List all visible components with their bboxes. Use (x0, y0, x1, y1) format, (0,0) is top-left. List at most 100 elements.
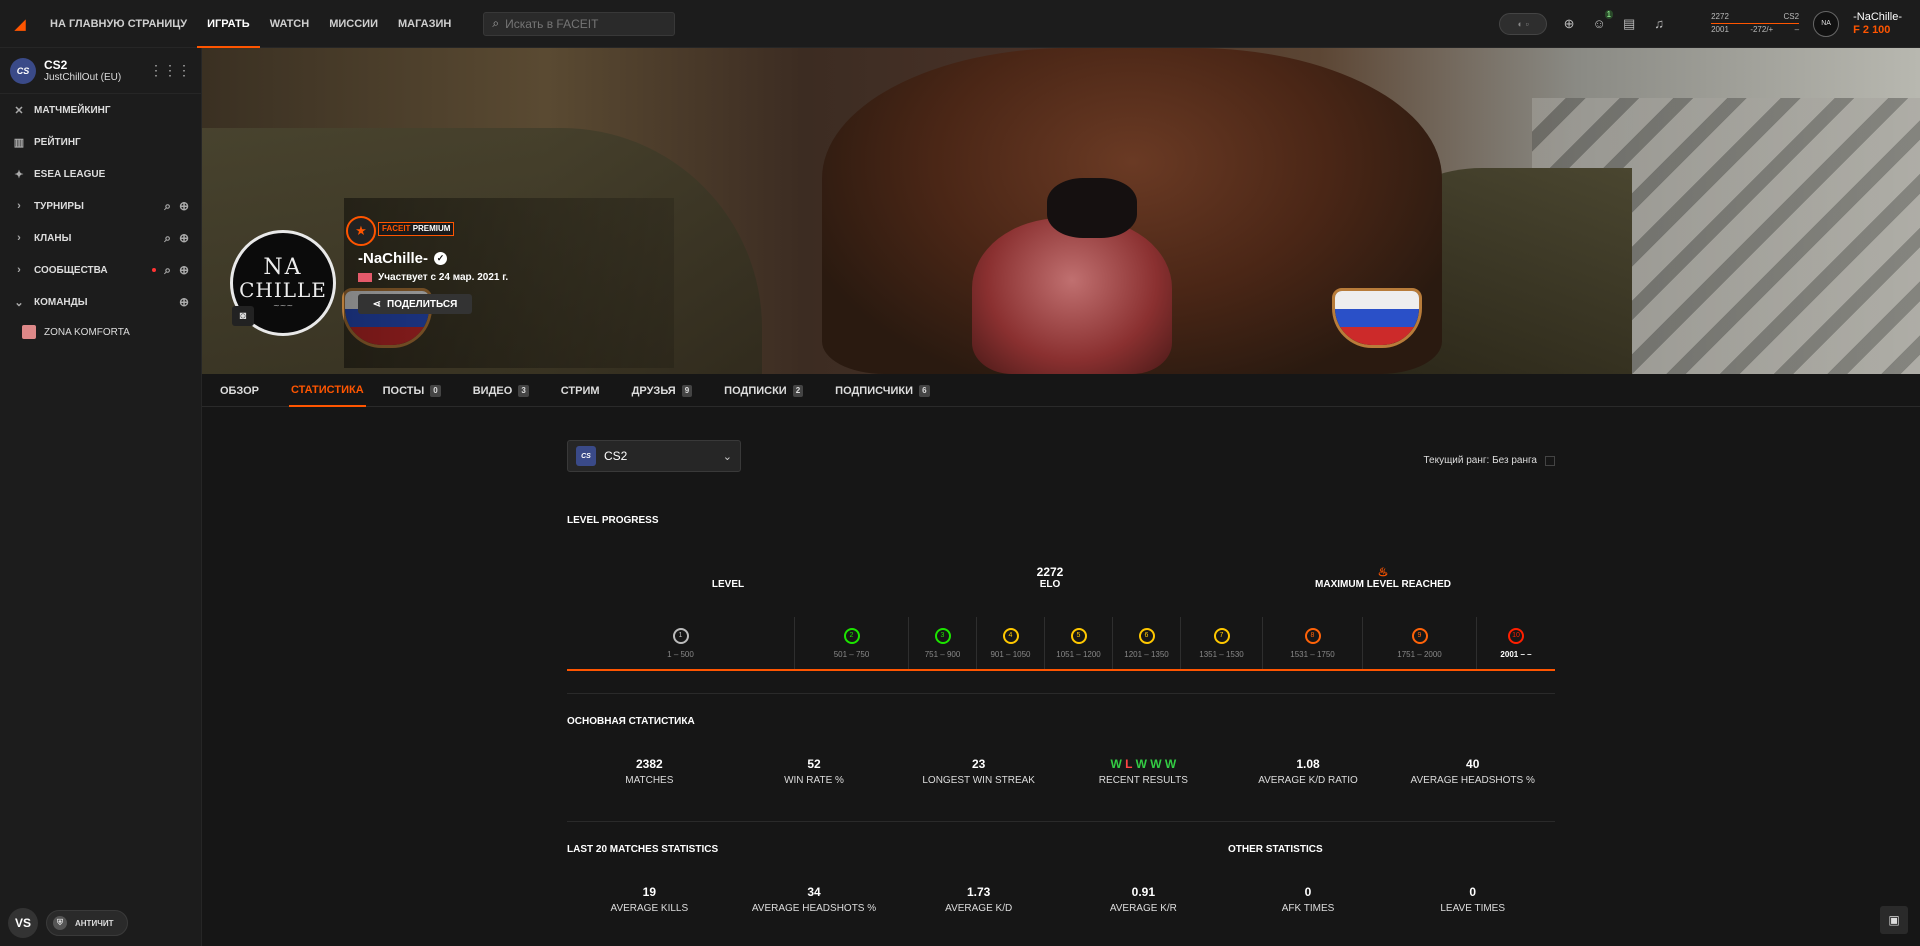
stat-average-k-d: 1.73 AVERAGE K/D (896, 885, 1061, 914)
stat-value: 2382 (635, 757, 663, 771)
level-segment-3: 3 751 – 900 (908, 617, 976, 669)
avatar-text-1: NA (263, 254, 303, 280)
add-circle-icon[interactable]: ⊕ (179, 199, 189, 213)
level-range: 751 – 900 (924, 649, 961, 659)
calendar-icon[interactable]: ▤ (1621, 16, 1637, 32)
chat-icon[interactable]: ▣ (1880, 906, 1908, 934)
fire-icon: ♨ (1377, 565, 1389, 579)
chevron-down-icon: ⌄ (14, 296, 24, 309)
stat-label: RECENT RESULTS (1098, 775, 1188, 786)
grid-icon[interactable]: ⋮⋮⋮ (149, 62, 191, 79)
add-circle-icon[interactable]: ⊕ (179, 295, 189, 309)
game-server: JustChillOut (EU) (44, 72, 122, 83)
sidebar-item-matchmaking[interactable]: ✕ МАТЧМЕЙКИНГ (0, 94, 201, 126)
elo-label: ELO (1039, 579, 1061, 590)
game-selector[interactable]: CS CS2 JustChillOut (EU) ⋮⋮⋮ (0, 48, 201, 94)
tab-4[interactable]: СТРИМ (559, 374, 615, 407)
level-range: 1531 – 1750 (1290, 649, 1335, 659)
search-icon: ⌕ (492, 16, 500, 30)
sidebar-item-tournaments[interactable]: › ТУРНИРЫ ⌕ ⊕ (0, 190, 201, 222)
nav-home[interactable]: НА ГЛАВНУЮ СТРАНИЦУ (40, 0, 197, 48)
team-item[interactable]: ZONA KOMFORTA (0, 318, 201, 346)
points-icon: F (1853, 23, 1860, 36)
stat-value: 0.91 (1131, 885, 1156, 899)
tab-0[interactable]: ОБЗОР (218, 374, 274, 407)
tab-6[interactable]: ПОДПИСКИ 2 (722, 374, 818, 407)
profile-banner (202, 48, 1920, 374)
friends-icon[interactable]: ☺ 1 (1591, 10, 1614, 31)
stat-label: MATCHES (625, 775, 674, 786)
chevron-right-icon: › (17, 200, 21, 212)
tab-1[interactable]: СТАТИСТИКА (288, 374, 366, 407)
camera-icon[interactable]: ◙ (232, 306, 254, 326)
vs-button[interactable]: VS (8, 908, 38, 938)
level-range: 1751 – 2000 (1397, 649, 1442, 659)
search-input[interactable] (505, 16, 666, 31)
share-button[interactable]: ⋖ ПОДЕЛИТЬСЯ (358, 294, 472, 314)
user-name: -NaChille- (1853, 10, 1902, 23)
sidebar-item-esea[interactable]: ✦ ESEA LEAGUE (0, 158, 201, 190)
level-segment-5: 5 1051 – 1200 (1044, 617, 1112, 669)
search-box[interactable]: ⌕ (483, 11, 676, 36)
search-icon[interactable]: ⌕ (164, 263, 171, 278)
add-circle-icon[interactable]: ⊕ (179, 263, 189, 277)
search-icon[interactable]: ⌕ (164, 199, 171, 214)
faceit-logo-icon[interactable]: ◢ (0, 0, 40, 48)
level-segment-10: 10 2001 – – (1476, 617, 1555, 669)
level-progress-title: LEVEL PROGRESS (567, 515, 659, 526)
sidebar-item-teams[interactable]: ⌄ КОМАНДЫ ⊕ (0, 286, 201, 318)
tab-label: СТРИМ (560, 384, 600, 397)
bell-icon[interactable]: ♫ (1651, 16, 1667, 31)
game-dropdown[interactable]: CS CS2 ⌄ (567, 440, 741, 472)
search-icon[interactable]: ⌕ (164, 231, 171, 246)
level-segment-6: 6 1201 – 1350 (1112, 617, 1180, 669)
tab-7[interactable]: ПОДПИСЧИКИ 6 (833, 374, 944, 407)
stat-value: 1.08 (1296, 757, 1320, 771)
stat-label: AVERAGE KILLS (610, 903, 689, 914)
sidebar-item-clans[interactable]: › КЛАНЫ ⌕ ⊕ (0, 222, 201, 254)
profile-tabs: ОБЗОР СТАТИСТИКА ПОСТЫ 0 ВИДЕО 3 СТРИМ ДРУЗЬЯ 9 П… (202, 374, 1920, 407)
tab-label: ПОСТЫ (382, 384, 425, 397)
party-toggle[interactable]: ◐ ▫ (1499, 12, 1548, 35)
stat-value: 0 (1304, 885, 1312, 899)
elo-mini-delta: -272/+ (1750, 25, 1774, 34)
rank-box-icon (1545, 455, 1555, 466)
tab-label: ДРУЗЬЯ (631, 384, 676, 397)
nav-watch[interactable]: WATCH (260, 0, 320, 48)
last20-title: LAST 20 MATCHES STATISTICS (567, 844, 719, 855)
level-bar: 1 1 – 500 2 501 – 750 3 751 – 900 4 901 – 1050 5… (567, 617, 1555, 671)
tab-count-badge: 6 (919, 384, 930, 397)
level-1-icon: 1 (672, 627, 689, 644)
team-logo-icon (22, 325, 36, 339)
tab-5[interactable]: ДРУЗЬЯ 9 (630, 374, 708, 407)
stat-value: 19 (642, 885, 657, 899)
stat-value: 40 (1466, 757, 1480, 771)
divider (567, 821, 1555, 822)
premium-star-icon: ★ (346, 216, 376, 246)
stat-value: 52 (807, 757, 821, 771)
tab-label: ПОДПИСЧИКИ (835, 384, 914, 397)
user-menu[interactable]: -NaChille- F 2 100 (1853, 11, 1902, 37)
stat-average-k-d-ratio: 1.08 AVERAGE K/D RATIO (1226, 757, 1391, 786)
stat-label: WIN RATE % (784, 775, 844, 786)
anticheat-button[interactable]: ⛨ АНТИЧИТ (46, 910, 129, 936)
sidebar-item-communities[interactable]: › СООБЩЕСТВА ⌕ ⊕ (0, 254, 201, 286)
tab-2[interactable]: ПОСТЫ 0 (381, 374, 456, 407)
stat-leave-times: 0 LEAVE TIMES (1390, 885, 1555, 914)
chevron-down-icon: ⌄ (722, 450, 732, 463)
add-circle-icon[interactable]: ⊕ (179, 231, 189, 245)
nav-missions[interactable]: МИССИИ (319, 0, 388, 48)
user-avatar[interactable]: NA (1813, 10, 1840, 37)
elo-widget[interactable]: 2272 CS2 2001 -272/+ – (1711, 12, 1800, 35)
sidebar-item-ranking[interactable]: ▥ РЕЙТИНГ (0, 126, 201, 158)
nav-shop[interactable]: МАГАЗИН (388, 0, 461, 48)
tab-3[interactable]: ВИДЕО 3 (471, 374, 544, 407)
sidebar-item-label: СООБЩЕСТВА (34, 264, 108, 276)
result-win: W (1164, 757, 1177, 771)
stat-longest-win-streak: 23 LONGEST WIN STREAK (896, 757, 1061, 786)
level-range: 501 – 750 (833, 649, 870, 659)
tab-label: СТАТИСТИКА (290, 383, 364, 396)
nav-play[interactable]: ИГРАТЬ (197, 0, 260, 48)
add-circle-icon[interactable]: ⊕ (1561, 16, 1577, 32)
shield-icon: ⛨ (53, 916, 67, 930)
